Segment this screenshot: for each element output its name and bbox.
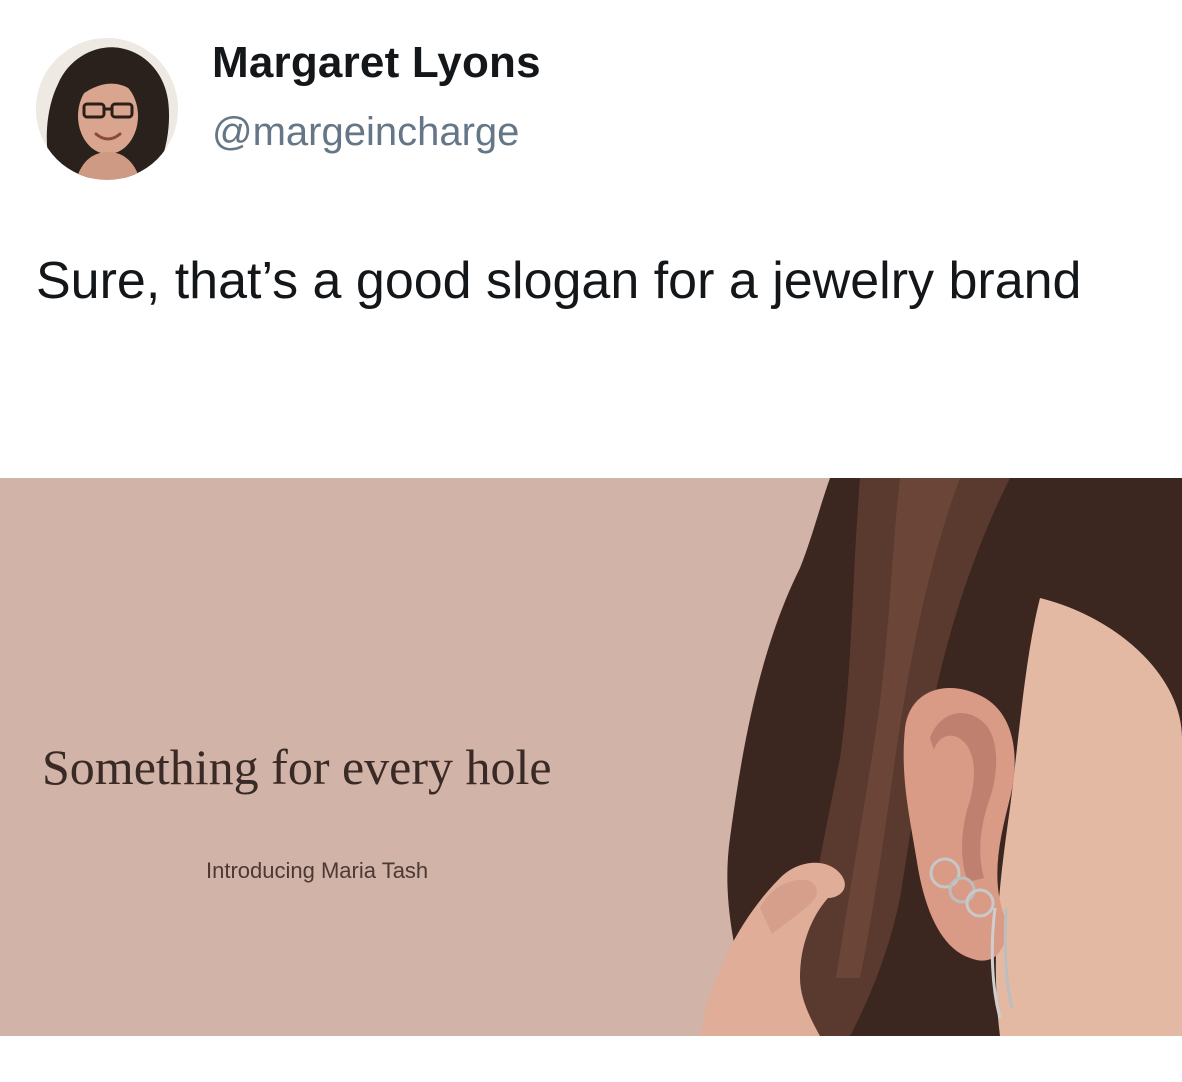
author-name[interactable]: Margaret Lyons bbox=[212, 38, 541, 88]
author-handle[interactable]: @margeincharge bbox=[212, 110, 519, 155]
ad-slogan: Something for every hole bbox=[42, 739, 552, 795]
tweet-text: Sure, that’s a good slogan for a jewelry… bbox=[36, 252, 1082, 310]
avatar[interactable] bbox=[36, 38, 178, 180]
tweet-header: Margaret Lyons @margeincharge bbox=[36, 28, 1146, 188]
avatar-photo bbox=[36, 38, 178, 180]
tweet-media-image[interactable]: Something for every hole Introducing Mar… bbox=[0, 478, 1182, 1036]
ad-subline: Introducing Maria Tash bbox=[206, 858, 429, 883]
